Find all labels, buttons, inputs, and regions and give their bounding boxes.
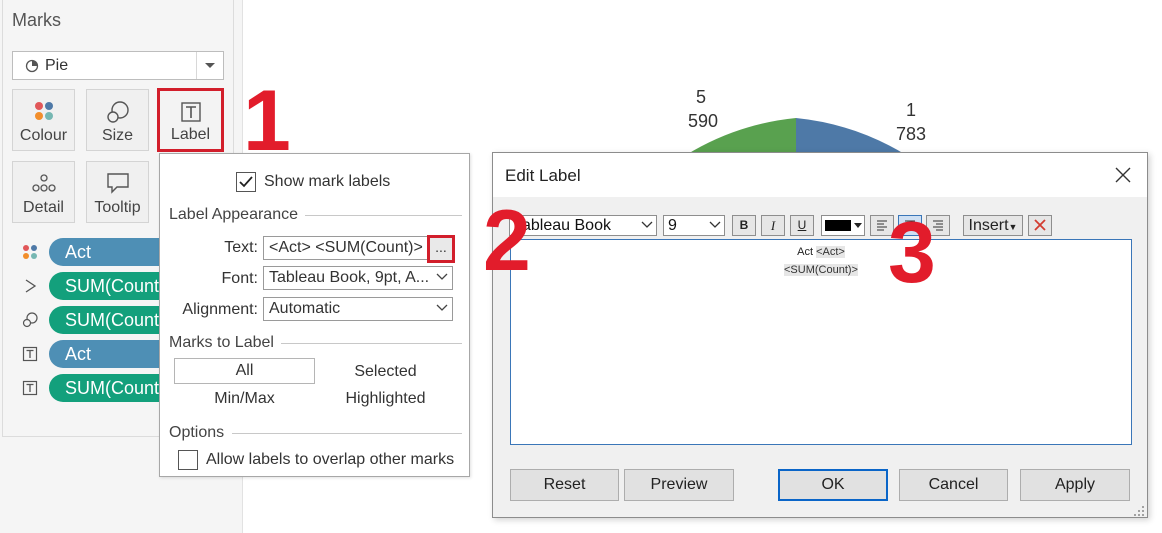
chevron-down-icon bbox=[436, 273, 448, 280]
italic-button[interactable]: I bbox=[761, 215, 785, 236]
marks-to-label-minmax-option[interactable]: Min/Max bbox=[174, 390, 315, 408]
editor-line-2: <SUM(Count)> bbox=[511, 264, 1131, 276]
chevron-down-icon bbox=[641, 221, 653, 228]
mark-type-value: Pie bbox=[45, 56, 69, 74]
edit-label-dialog: Edit Label Tableau Book 9 B I U Insert▼ … bbox=[492, 152, 1148, 518]
divider bbox=[305, 215, 462, 216]
pie-label-count: 590 bbox=[688, 111, 719, 131]
marks-title: Marks bbox=[12, 10, 61, 30]
alignment-dropdown[interactable]: Automatic bbox=[263, 297, 453, 321]
size-button[interactable]: Size bbox=[86, 89, 149, 151]
font-size-dropdown[interactable]: 9 bbox=[663, 215, 725, 236]
pie-label-act: 1 bbox=[906, 100, 917, 120]
size-icon bbox=[106, 101, 129, 123]
mark-type-dropdown[interactable]: Pie bbox=[12, 51, 224, 80]
size-icon bbox=[22, 312, 38, 328]
colour-icon bbox=[23, 245, 37, 259]
bold-button[interactable]: B bbox=[732, 215, 756, 236]
clear-x-icon bbox=[1034, 219, 1046, 231]
reset-button[interactable]: Reset bbox=[510, 469, 619, 501]
insert-label: Insert bbox=[968, 217, 1009, 234]
resize-grip-icon[interactable] bbox=[1133, 505, 1145, 517]
text-color-picker[interactable] bbox=[821, 215, 865, 236]
tooltip-icon bbox=[106, 173, 129, 194]
label-text-editor[interactable]: Act <Act> <SUM(Count)> bbox=[510, 239, 1132, 445]
tooltip-label: Tooltip bbox=[94, 199, 141, 216]
underline-button[interactable]: U bbox=[790, 215, 814, 236]
dialog-titlebar bbox=[493, 153, 1147, 197]
caret-down-icon: ▼ bbox=[1008, 222, 1018, 232]
label-label: Label bbox=[170, 126, 211, 143]
step-number-1: 1 bbox=[243, 73, 291, 169]
allow-overlap-label[interactable]: Allow labels to overlap other marks bbox=[206, 451, 454, 469]
colour-button[interactable]: Colour bbox=[12, 89, 75, 151]
font-family-dropdown[interactable]: Tableau Book bbox=[509, 215, 657, 236]
dialog-title: Edit Label bbox=[505, 166, 581, 185]
show-mark-labels-checkbox[interactable] bbox=[236, 172, 256, 192]
font-dropdown[interactable]: Tableau Book, 9pt, A... bbox=[263, 266, 453, 290]
marks-to-label-all-option[interactable]: All bbox=[174, 358, 315, 384]
step-number-3: 3 bbox=[888, 205, 936, 301]
align-left-icon bbox=[877, 220, 887, 231]
angle-icon bbox=[25, 279, 37, 293]
font-value: Tableau Book, 9pt, A... bbox=[269, 269, 430, 286]
color-swatch bbox=[825, 220, 851, 231]
divider bbox=[232, 433, 462, 434]
detail-button[interactable]: Detail bbox=[12, 161, 75, 223]
colour-label: Colour bbox=[19, 127, 68, 144]
cancel-button[interactable]: Cancel bbox=[899, 469, 1008, 501]
label-icon bbox=[180, 102, 201, 122]
editor-static-text: Act bbox=[797, 246, 817, 258]
chevron-down-icon[interactable] bbox=[196, 52, 223, 79]
chevron-down-icon bbox=[854, 223, 862, 228]
tooltip-button[interactable]: Tooltip bbox=[86, 161, 149, 223]
step-number-2: 2 bbox=[483, 193, 531, 289]
colour-icon bbox=[34, 102, 53, 120]
pie-label-count: 783 bbox=[896, 124, 927, 144]
preview-button[interactable]: Preview bbox=[624, 469, 734, 501]
font-row-label: Font: bbox=[221, 270, 258, 287]
editor-line-1: Act <Act> bbox=[511, 246, 1131, 258]
label-icon bbox=[22, 346, 38, 362]
size-label: Size bbox=[101, 127, 134, 144]
chevron-down-icon bbox=[709, 221, 721, 228]
field-token-sum-count[interactable]: <SUM(Count)> bbox=[784, 264, 858, 276]
pie-icon bbox=[25, 59, 39, 72]
detail-icon bbox=[31, 174, 56, 192]
text-row-label: Text: bbox=[224, 239, 258, 256]
clear-button[interactable] bbox=[1028, 215, 1052, 236]
pie-label-act: 5 bbox=[696, 87, 707, 107]
label-icon bbox=[22, 380, 38, 396]
alignment-row-label: Alignment: bbox=[182, 301, 258, 318]
apply-button[interactable]: Apply bbox=[1020, 469, 1130, 501]
label-popover: Show mark labels Label Appearance Text: … bbox=[159, 153, 470, 477]
show-mark-labels-label[interactable]: Show mark labels bbox=[264, 173, 390, 191]
text-field[interactable]: <Act> <SUM(Count)> bbox=[263, 236, 428, 260]
field-token-act[interactable]: <Act> bbox=[816, 246, 845, 258]
marks-to-label-selected-option[interactable]: Selected bbox=[315, 363, 456, 381]
chevron-down-icon bbox=[436, 304, 448, 311]
label-button[interactable]: Label bbox=[157, 88, 224, 152]
marks-to-label-highlighted-option[interactable]: Highlighted bbox=[315, 390, 456, 408]
marks-to-label-title: Marks to Label bbox=[169, 334, 274, 351]
close-icon[interactable] bbox=[1113, 165, 1133, 185]
detail-label: Detail bbox=[23, 199, 64, 216]
label-appearance-title: Label Appearance bbox=[169, 206, 298, 223]
ok-button[interactable]: OK bbox=[778, 469, 888, 501]
edit-text-ellipsis-button[interactable]: ... bbox=[427, 235, 455, 263]
checkmark-icon bbox=[239, 176, 253, 188]
options-title: Options bbox=[169, 424, 225, 441]
alignment-value: Automatic bbox=[269, 300, 341, 317]
divider bbox=[281, 343, 462, 344]
allow-overlap-checkbox[interactable] bbox=[178, 450, 198, 470]
insert-button[interactable]: Insert▼ bbox=[963, 215, 1023, 236]
font-size-value: 9 bbox=[668, 217, 677, 234]
